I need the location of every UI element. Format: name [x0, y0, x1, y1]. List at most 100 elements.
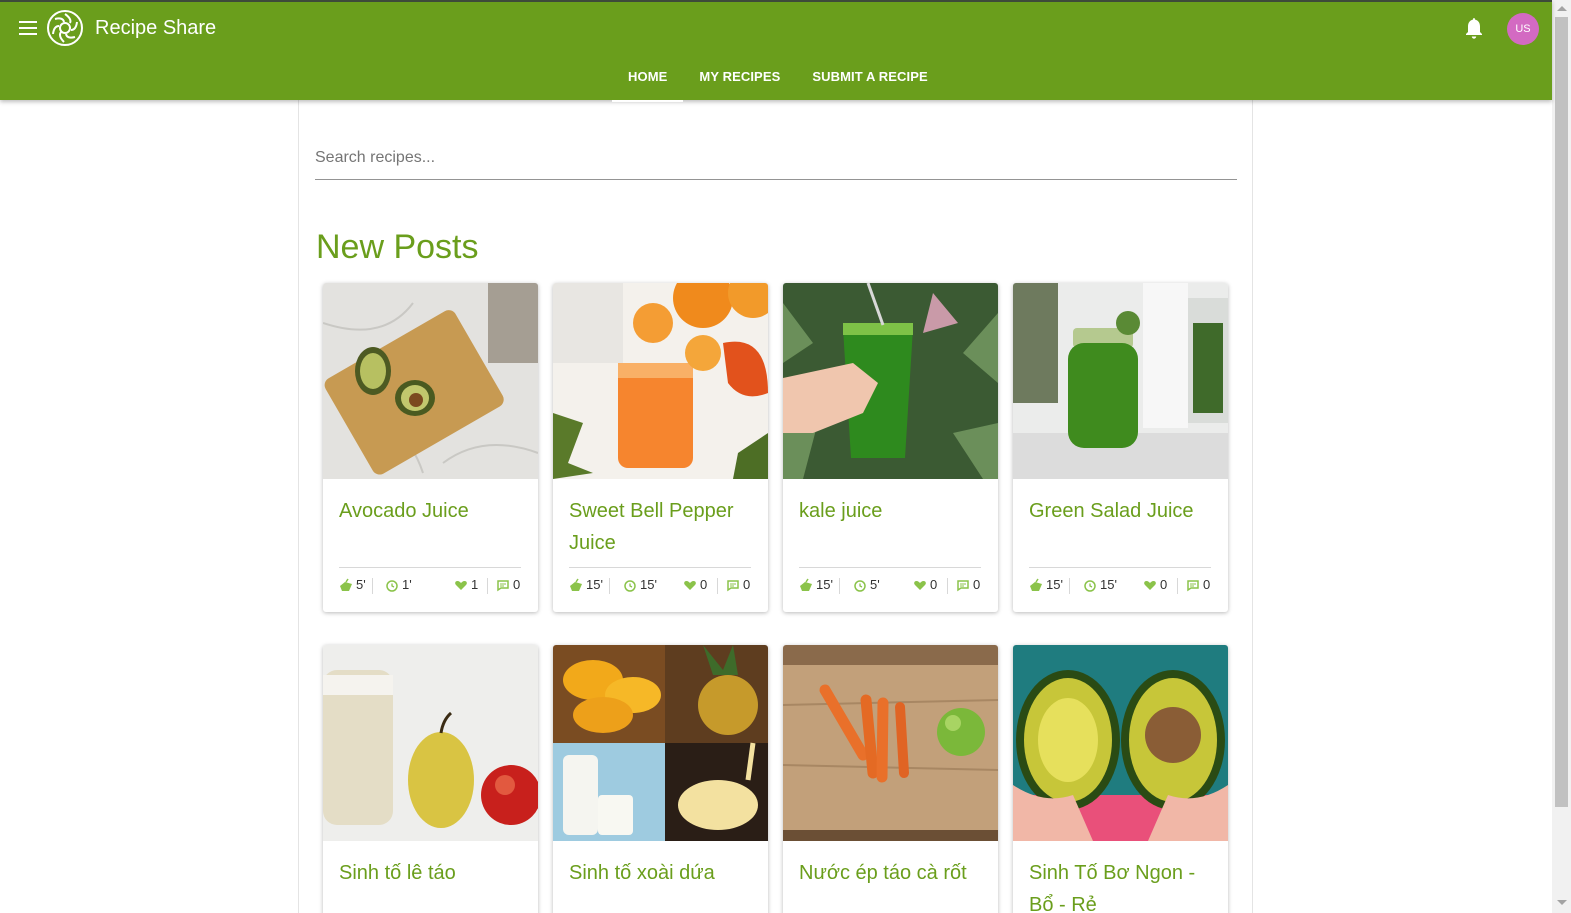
stat-separator — [1177, 578, 1178, 594]
prep-time-value: 15' — [1046, 577, 1063, 592]
menu-icon[interactable] — [17, 18, 41, 38]
clock-icon — [624, 580, 636, 592]
recipe-stats: 5' 1' 1 0 — [339, 576, 525, 594]
recipe-title: Avocado Juice — [339, 500, 469, 522]
stat-separator — [839, 578, 840, 594]
recipe-title: Sinh tố lê táo — [339, 862, 456, 884]
comments: 0 — [956, 576, 980, 594]
clock-icon — [854, 580, 866, 592]
heart-icon — [684, 581, 696, 590]
stat-separator — [1069, 578, 1070, 594]
recipe-title: Nước ép táo cà rốt — [799, 862, 967, 884]
cook-time: 15' — [1083, 576, 1117, 594]
cook-time-value: 15' — [640, 577, 657, 592]
recipe-card[interactable]: Sinh tố xoài dứa — [553, 645, 768, 913]
recipe-title: Green Salad Juice — [1029, 500, 1194, 522]
likes: 1 — [454, 576, 478, 594]
recipe-stats: 15' 15' 0 0 — [569, 576, 755, 594]
likes-value: 0 — [930, 577, 938, 592]
tab-my-recipes[interactable]: MY RECIPES — [683, 54, 796, 102]
heart-icon — [455, 581, 467, 590]
prep-time-value: 5' — [356, 577, 366, 592]
comments-value: 0 — [513, 577, 521, 592]
prep-icon — [800, 578, 812, 591]
recipe-image — [323, 645, 538, 841]
recipe-image — [783, 645, 998, 841]
prep-time-value: 15' — [816, 577, 833, 592]
recipe-card[interactable]: kale juice 15' 5' 0 0 — [783, 283, 998, 612]
stat-separator — [372, 578, 373, 594]
likes: 0 — [913, 576, 937, 594]
prep-time: 15' — [569, 576, 603, 594]
prep-icon — [1030, 578, 1042, 591]
likes-value: 0 — [700, 577, 708, 592]
likes-value: 1 — [471, 577, 479, 592]
recipe-card[interactable]: Sweet Bell Pepper Juice 15' 15' 0 0 — [553, 283, 768, 612]
page-scrollbar[interactable] — [1552, 0, 1571, 913]
app-title: Recipe Share — [95, 17, 217, 39]
nav-tabs: HOME MY RECIPES SUBMIT A RECIPE — [612, 54, 944, 102]
cook-time: 5' — [853, 576, 880, 594]
comments-value: 0 — [973, 577, 981, 592]
comment-icon — [1187, 580, 1199, 592]
comment-icon — [497, 580, 509, 592]
recipe-card[interactable]: Sinh Tố Bơ Ngon - Bổ - Rẻ — [1013, 645, 1228, 913]
cook-time: 1' — [385, 576, 412, 594]
clock-icon — [386, 580, 398, 592]
cook-time-value: 1' — [402, 577, 412, 592]
recipe-image — [783, 283, 998, 479]
scroll-down-arrow-icon[interactable] — [1557, 900, 1567, 905]
scroll-up-arrow-icon[interactable] — [1557, 6, 1567, 11]
comments: 0 — [496, 576, 520, 594]
recipe-title: Sinh tố xoài dứa — [569, 862, 715, 884]
app-bar: Recipe Share US HOME MY RECIPES SUBMIT A… — [0, 0, 1552, 102]
user-avatar[interactable]: US — [1507, 13, 1539, 45]
clock-icon — [1084, 580, 1096, 592]
recipe-card[interactable]: Nước ép táo cà rốt — [783, 645, 998, 913]
comments: 0 — [726, 576, 750, 594]
card-divider — [1029, 567, 1211, 568]
recipe-card[interactable]: Avocado Juice 5' 1' 1 0 — [323, 283, 538, 612]
prep-time-value: 15' — [586, 577, 603, 592]
recipe-title: Sinh Tố Bơ Ngon - Bổ - Rẻ — [1029, 862, 1196, 913]
logo-icon — [47, 10, 83, 46]
comment-icon — [957, 580, 969, 592]
tab-home[interactable]: HOME — [612, 54, 684, 102]
heart-icon — [914, 581, 926, 590]
content-panel: New Posts Avocado Juice 5' 1 — [298, 100, 1253, 913]
card-divider — [569, 567, 751, 568]
likes-value: 0 — [1160, 577, 1168, 592]
comment-icon — [727, 580, 739, 592]
prep-time: 15' — [799, 576, 833, 594]
recipe-image — [323, 283, 538, 479]
prep-icon — [570, 578, 582, 591]
notification-bell-icon[interactable] — [1464, 17, 1484, 39]
cook-time-value: 5' — [870, 577, 880, 592]
comments: 0 — [1186, 576, 1210, 594]
recipe-stats: 15' 5' 0 0 — [799, 576, 985, 594]
likes: 0 — [683, 576, 707, 594]
scroll-thumb[interactable] — [1555, 17, 1568, 807]
card-divider — [339, 567, 521, 568]
recipe-card[interactable]: Sinh tố lê táo — [323, 645, 538, 913]
stat-separator — [487, 578, 488, 594]
cook-time-value: 15' — [1100, 577, 1117, 592]
recipe-image — [1013, 283, 1228, 479]
prep-icon — [340, 578, 352, 591]
search-input[interactable] — [315, 136, 1237, 180]
recipe-stats: 15' 15' 0 0 — [1029, 576, 1215, 594]
comments-value: 0 — [743, 577, 751, 592]
recipe-image — [553, 645, 768, 841]
stat-separator — [609, 578, 610, 594]
prep-time: 15' — [1029, 576, 1063, 594]
stat-separator — [947, 578, 948, 594]
tab-submit-recipe[interactable]: SUBMIT A RECIPE — [796, 54, 943, 102]
recipe-card[interactable]: Green Salad Juice 15' 15' 0 0 — [1013, 283, 1228, 612]
likes: 0 — [1143, 576, 1167, 594]
cook-time: 15' — [623, 576, 657, 594]
recipe-image — [553, 283, 768, 479]
recipe-image — [1013, 645, 1228, 841]
recipe-title: Sweet Bell Pepper Juice — [569, 500, 734, 554]
comments-value: 0 — [1203, 577, 1211, 592]
prep-time: 5' — [339, 576, 366, 594]
